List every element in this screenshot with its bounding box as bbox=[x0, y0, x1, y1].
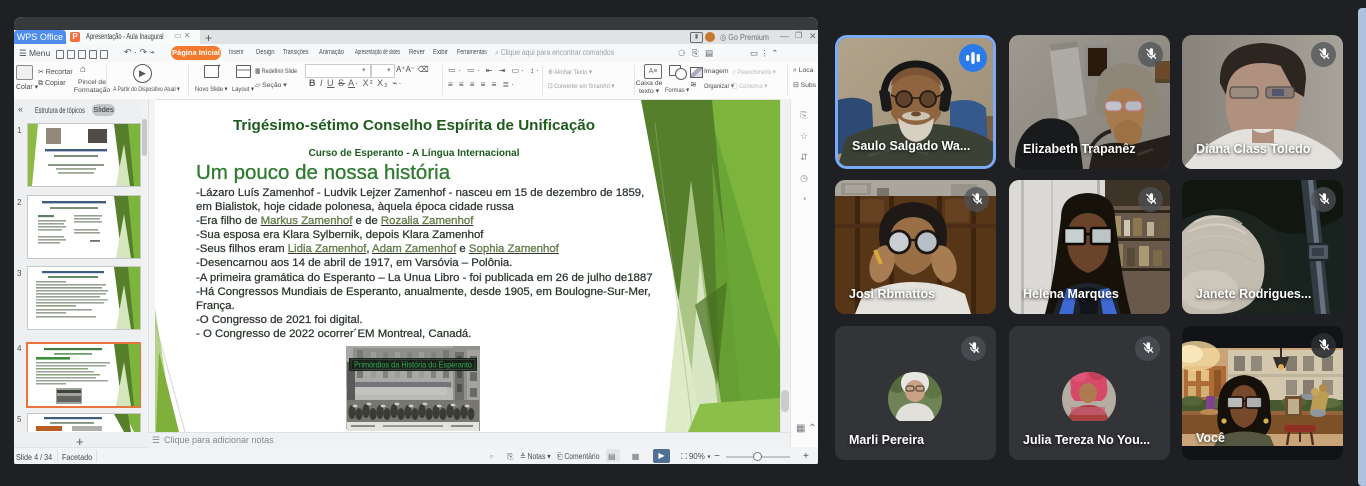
svg-text:Primórdios da História do Espe: Primórdios da História do Esperanto bbox=[354, 360, 472, 370]
